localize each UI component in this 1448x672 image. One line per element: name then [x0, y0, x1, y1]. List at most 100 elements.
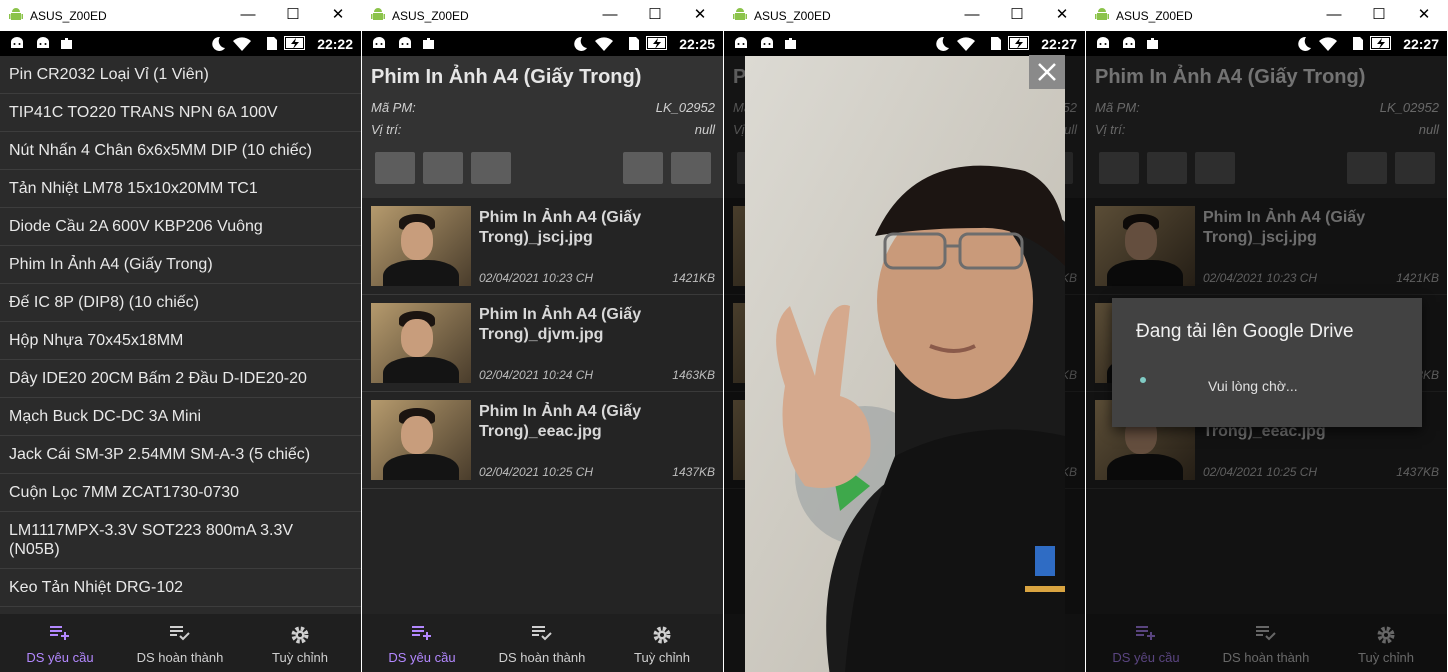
- maximize-button[interactable]: ☐: [1005, 4, 1029, 26]
- android-icon: [1095, 8, 1109, 20]
- list-item[interactable]: Mạch Buck DC-DC 3A Mini: [0, 398, 361, 436]
- list-item-label: Jack Cái SM-3P 2.54MM SM-A-3 (5 chiếc): [9, 446, 311, 463]
- minimize-button[interactable]: —: [236, 4, 260, 26]
- nav-tab-label: DS hoàn thành: [136, 650, 224, 665]
- maximize-button[interactable]: ☐: [1367, 4, 1391, 26]
- eye-icon: [336, 182, 352, 196]
- android-icon: [9, 8, 23, 20]
- upload-progress-dialog: Đang tải lên Google Drive Vui lòng chờ..…: [1112, 298, 1422, 427]
- list-item[interactable]: Jack Cái SM-3P 2.54MM SM-A-3 (5 chiếc): [0, 436, 361, 474]
- nav-tab[interactable]: DS hoàn thành: [120, 614, 240, 672]
- nav-tab[interactable]: Tuỳ chỉnh: [602, 614, 722, 672]
- minimize-button[interactable]: —: [598, 4, 622, 26]
- file-date: 02/04/2021 10:23 CH: [479, 271, 594, 285]
- nav-tab-label: Tuỳ chỉnh: [272, 650, 328, 665]
- maximize-button[interactable]: ☐: [281, 4, 305, 26]
- maximize-button[interactable]: ☐: [643, 4, 667, 26]
- status-time: 22:27: [1041, 36, 1077, 52]
- emulator-window-detail: ASUS_Z00ED — ☐ ✕ 22:25 Phim In Ảnh A4 (G…: [362, 0, 723, 672]
- camera-button[interactable]: [671, 152, 711, 184]
- confirm-button[interactable]: [423, 152, 463, 184]
- sim-icon: [1353, 37, 1363, 50]
- list-item[interactable]: Hộp Nhựa 70x45x18MM: [0, 322, 361, 360]
- close-preview-button[interactable]: [1029, 55, 1065, 89]
- wifi-icon: [957, 37, 975, 51]
- minimize-button[interactable]: —: [1322, 4, 1346, 26]
- detail-title: Phim In Ảnh A4 (Giấy Trong): [371, 66, 642, 88]
- file-row[interactable]: Phim In Ảnh A4 (Giấy Trong)_jscj.jpg 02/0…: [362, 198, 723, 295]
- list-item[interactable]: LM1117MPX-3.3V SOT223 800mA 3.3V (N05B): [0, 512, 361, 569]
- list-item[interactable]: Cuộn Lọc 7MM ZCAT1730-0730: [0, 474, 361, 512]
- list-item-label: Nút Nhấn 4 Chân 6x6x5MM DIP (10 chiếc): [9, 142, 312, 159]
- list-item-label: Tản Nhiệt LM78 15x10x20MM TC1: [9, 180, 258, 197]
- window-title: ASUS_Z00ED: [754, 9, 831, 23]
- list-item[interactable]: Dây IDE20 20CM Bấm 2 Đầu D-IDE20-20: [0, 360, 361, 398]
- nav-tab-label: Tuỳ chỉnh: [634, 650, 690, 665]
- android-notification-icon: [399, 37, 411, 48]
- nav-tab-label: DS yêu cầu: [388, 650, 456, 665]
- emulator-window-list: ASUS_Z00ED — ☐ ✕ 22:22 Pin CR2032 Loại V…: [0, 0, 361, 672]
- list-item[interactable]: TIP41C TO220 TRANS NPN 6A 100V: [0, 94, 361, 132]
- close-button[interactable]: ✕: [1412, 4, 1436, 26]
- list-item-label: TIP41C TO220 TRANS NPN 6A 100V: [9, 104, 278, 121]
- nav-tab-label: DS yêu cầu: [26, 650, 94, 665]
- window-titlebar: ASUS_Z00ED — ☐ ✕: [1086, 0, 1447, 31]
- progress-spinner: [1140, 377, 1146, 383]
- eye-icon: [336, 68, 352, 82]
- android-notification-icon: [1123, 37, 1135, 48]
- list-item[interactable]: Diode Cầu 2A 600V KBP206 Vuông: [0, 208, 361, 246]
- photo-preview: [745, 56, 1065, 672]
- list-item[interactable]: Phim In Ảnh A4 (Giấy Trong): [0, 246, 361, 284]
- ma-pm-label: Mã PM:: [371, 100, 416, 115]
- screenshot-stage: ASUS_Z00ED — ☐ ✕ 22:22 Pin CR2032 Loại V…: [0, 0, 1448, 672]
- close-button[interactable]: ✕: [326, 4, 350, 26]
- file-size: 1421KB: [672, 271, 715, 285]
- file-name: Phim In Ảnh A4 (Giấy Trong)_eeac.jpg: [479, 403, 642, 440]
- list-item[interactable]: Nút Nhấn 4 Chân 6x6x5MM DIP (10 chiếc): [0, 132, 361, 170]
- ma-pm-value: LK_02952: [655, 100, 715, 115]
- android-notification-icon: [761, 37, 773, 48]
- android-notification-icon: [373, 37, 385, 48]
- emulator-window-photo: ASUS_Z00ED — ☐ ✕ 22:27 Phim In Ảnh A4 (G…: [724, 0, 1085, 672]
- file-date: 02/04/2021 10:24 CH: [479, 368, 594, 382]
- sim-icon: [629, 37, 639, 50]
- status-bar: 22:27: [724, 31, 1085, 56]
- list-item[interactable]: Tản Nhiệt LM78 15x10x20MM TC1: [0, 170, 361, 208]
- minimize-button[interactable]: —: [960, 4, 984, 26]
- window-titlebar: ASUS_Z00ED — ☐ ✕: [724, 0, 1085, 31]
- cancel-button[interactable]: [471, 152, 511, 184]
- file-name: Phim In Ảnh A4 (Giấy Trong)_djvm.jpg: [479, 306, 642, 343]
- photo-thumbnail[interactable]: [371, 303, 471, 383]
- nav-tab[interactable]: DS yêu cầu: [0, 614, 120, 672]
- upload-cloud-button[interactable]: [623, 152, 663, 184]
- close-button[interactable]: ✕: [688, 4, 712, 26]
- eye-icon: [336, 144, 352, 158]
- photo-thumbnail[interactable]: [371, 400, 471, 480]
- list-item[interactable]: Đế IC 8P (DIP8) (10 chiếc): [0, 284, 361, 322]
- nav-tab[interactable]: DS hoàn thành: [482, 614, 602, 672]
- window-title: ASUS_Z00ED: [392, 9, 469, 23]
- file-row[interactable]: Phim In Ảnh A4 (Giấy Trong)_eeac.jpg 02/0…: [362, 392, 723, 489]
- nav-tab[interactable]: DS yêu cầu: [362, 614, 482, 672]
- close-button[interactable]: ✕: [1050, 4, 1074, 26]
- eye-icon: [336, 106, 352, 120]
- status-time: 22:27: [1403, 36, 1439, 52]
- window-titlebar: ASUS_Z00ED — ☐ ✕: [0, 0, 361, 31]
- dialog-message: Vui lòng chờ...: [1208, 378, 1298, 394]
- photo-thumbnail[interactable]: [371, 206, 471, 286]
- puzzle-icon: [61, 38, 72, 49]
- file-date: 02/04/2021 10:25 CH: [479, 465, 594, 479]
- list-item-label: Hộp Nhựa 70x45x18MM: [9, 332, 184, 349]
- moon-icon: [936, 36, 949, 51]
- android-icon: [733, 8, 747, 20]
- list-item[interactable]: Pin CR2032 Loại Vỉ (1 Viên): [0, 56, 361, 94]
- nav-tab[interactable]: Tuỳ chỉnh: [240, 614, 360, 672]
- window-title: ASUS_Z00ED: [1116, 9, 1193, 23]
- puzzle-icon: [785, 38, 796, 49]
- android-notification-icon: [11, 37, 23, 48]
- file-row[interactable]: Phim In Ảnh A4 (Giấy Trong)_djvm.jpg 02/0…: [362, 295, 723, 392]
- list-item[interactable]: Keo Tản Nhiệt DRG-102: [0, 569, 361, 607]
- emulator-window-upload: ASUS_Z00ED — ☐ ✕ 22:27 Phim In Ảnh A4 (G…: [1086, 0, 1447, 672]
- wifi-icon: [595, 37, 613, 51]
- back-button[interactable]: [375, 152, 415, 184]
